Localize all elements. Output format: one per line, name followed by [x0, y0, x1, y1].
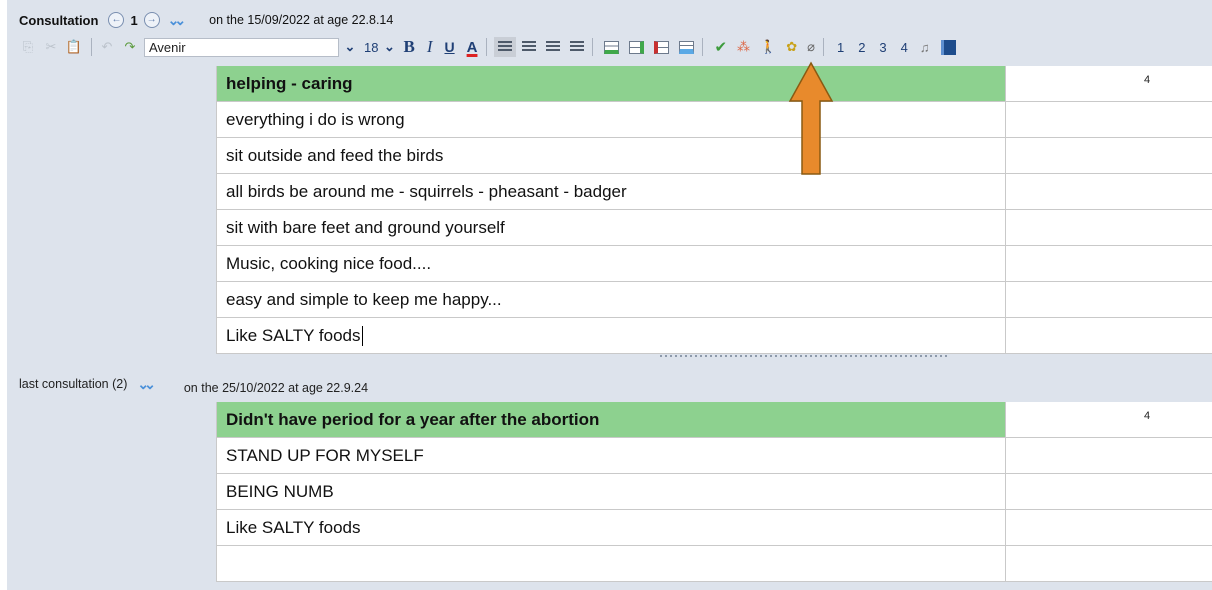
table-row: Music, cooking nice food.... — [216, 246, 1212, 282]
table-header-row: helping - caring 4 — [216, 66, 1212, 102]
toolbar-divider — [592, 38, 594, 56]
align-left-icon[interactable] — [494, 37, 517, 57]
double-chevron-down-icon[interactable]: ⌄⌄ — [168, 12, 187, 29]
table-cell[interactable] — [216, 546, 1006, 581]
align-center-icon[interactable] — [522, 41, 537, 53]
toolbar-divider — [822, 38, 824, 56]
last-consultation-header: last consultation (2) ⌄⌄ on the 25/10/20… — [19, 376, 369, 396]
table-row: Like SALTY foods — [216, 318, 1212, 354]
table-row: easy and simple to keep me happy... — [216, 282, 1212, 318]
table-header-cell[interactable]: helping - caring — [216, 66, 1006, 101]
last-consultation-title: last consultation (2) — [19, 377, 128, 391]
redo-icon[interactable]: ↷ — [121, 37, 139, 57]
font-family-select[interactable]: Avenir — [144, 37, 339, 57]
toolbar-divider — [486, 38, 488, 56]
table-cell-empty — [1006, 438, 1212, 473]
tree-icon[interactable]: ⁂ — [737, 39, 750, 55]
table-row: BEING NUMB — [216, 474, 1212, 510]
paste-icon[interactable]: 📋 — [65, 37, 83, 57]
table-count-cell: 4 — [1006, 402, 1212, 437]
table-count: 4 — [1144, 74, 1151, 86]
consultation-title: Consultation — [19, 12, 99, 28]
level-3-button[interactable]: 3 — [879, 40, 886, 55]
table-cell-active[interactable]: Like SALTY foods — [216, 318, 1006, 353]
table-row-icon[interactable] — [679, 40, 695, 54]
toolbar-divider — [702, 38, 704, 56]
consultation-meta: on the 15/09/2022 at age 22.8.14 — [209, 13, 394, 27]
table-header-row: Didn't have period for a year after the … — [216, 402, 1212, 438]
align-right-icon[interactable] — [546, 41, 561, 53]
align-justify-icon[interactable] — [570, 41, 585, 53]
annotation-arrow-icon — [788, 61, 834, 175]
music-note-icon[interactable]: ♫ — [920, 40, 930, 55]
table-cell-empty — [1006, 210, 1212, 245]
puzzle-icon[interactable]: ✿ — [786, 39, 797, 55]
cut-icon[interactable]: ✂ — [42, 37, 60, 57]
last-consultation-table: Didn't have period for a year after the … — [216, 402, 1212, 582]
bold-button[interactable]: B — [403, 37, 414, 57]
table-cell-empty — [1006, 174, 1212, 209]
check-circle-icon[interactable]: ✔ — [714, 38, 727, 56]
toolbar-divider — [91, 38, 92, 56]
last-consultation-meta: on the 25/10/2022 at age 22.9.24 — [183, 381, 369, 395]
underline-button[interactable]: U — [444, 39, 454, 55]
paperclip-icon[interactable]: ⌀ — [807, 39, 815, 55]
consultation-header: Consultation ← 1 → ⌄⌄ on the 15/09/2022 … — [19, 11, 393, 29]
table-cell-empty — [1006, 474, 1212, 509]
format-toolbar: ⎘ ✂ 📋 ↶ ↷ Avenir ⌄ 18 ⌄ B I U A ✔ ⁂ 🚶 ✿ … — [19, 36, 1189, 58]
resize-splitter[interactable] — [660, 355, 950, 357]
text-color-button[interactable]: A — [467, 39, 478, 56]
table-row — [216, 546, 1212, 582]
table-cell[interactable]: Like SALTY foods — [216, 510, 1006, 545]
level-4-button[interactable]: 4 — [901, 40, 908, 55]
italic-button[interactable]: I — [427, 37, 433, 57]
table-cell[interactable]: sit with bare feet and ground yourself — [216, 210, 1006, 245]
walking-person-icon[interactable]: 🚶 — [760, 39, 776, 55]
table-cell-empty — [1006, 546, 1212, 581]
table-count-cell: 4 — [1006, 66, 1212, 101]
copy-icon[interactable]: ⎘ — [19, 37, 37, 57]
level-1-button[interactable]: 1 — [837, 40, 844, 55]
table-cell-empty — [1006, 510, 1212, 545]
table-header-cell[interactable]: Didn't have period for a year after the … — [216, 402, 1006, 437]
table-cell[interactable]: all birds be around me - squirrels - phe… — [216, 174, 1006, 209]
consultation-number: 1 — [130, 12, 138, 28]
table-row: sit with bare feet and ground yourself — [216, 210, 1212, 246]
table-cell[interactable]: everything i do is wrong — [216, 102, 1006, 137]
chevron-down-icon[interactable]: ⌄ — [381, 39, 397, 55]
table-cell[interactable]: Music, cooking nice food.... — [216, 246, 1006, 281]
table-row: STAND UP FOR MYSELF — [216, 438, 1212, 474]
table-cell-empty — [1006, 318, 1212, 353]
delete-column-icon[interactable] — [654, 40, 670, 54]
table-row: Like SALTY foods — [216, 510, 1212, 546]
table-cell-empty — [1006, 282, 1212, 317]
table-row: sit outside and feed the birds — [216, 138, 1212, 174]
table-cell-text: Like SALTY foods — [226, 325, 361, 345]
insert-row-icon[interactable] — [604, 40, 620, 54]
book-icon[interactable] — [940, 39, 956, 55]
consultation-table: helping - caring 4 everything i do is wr… — [216, 66, 1212, 354]
table-cell[interactable]: easy and simple to keep me happy... — [216, 282, 1006, 317]
table-cell[interactable]: BEING NUMB — [216, 474, 1006, 509]
double-chevron-down-icon[interactable]: ⌄⌄ — [137, 376, 156, 393]
arrow-right-circle-icon[interactable]: → — [143, 12, 160, 28]
table-cell-empty — [1006, 138, 1212, 173]
table-cell[interactable]: sit outside and feed the birds — [216, 138, 1006, 173]
table-cell-empty — [1006, 102, 1212, 137]
insert-column-icon[interactable] — [629, 40, 645, 54]
undo-icon[interactable]: ↶ — [98, 37, 116, 57]
chevron-down-icon[interactable]: ⌄ — [342, 39, 358, 55]
font-size-select[interactable]: 18 — [364, 40, 378, 55]
table-count: 4 — [1144, 410, 1151, 422]
table-row: everything i do is wrong — [216, 102, 1212, 138]
text-caret — [361, 325, 363, 346]
level-2-button[interactable]: 2 — [858, 40, 865, 55]
table-row: all birds be around me - squirrels - phe… — [216, 174, 1212, 210]
font-family-value: Avenir — [149, 39, 186, 55]
arrow-left-circle-icon[interactable]: ← — [108, 12, 125, 28]
table-cell[interactable]: STAND UP FOR MYSELF — [216, 438, 1006, 473]
table-cell-empty — [1006, 246, 1212, 281]
